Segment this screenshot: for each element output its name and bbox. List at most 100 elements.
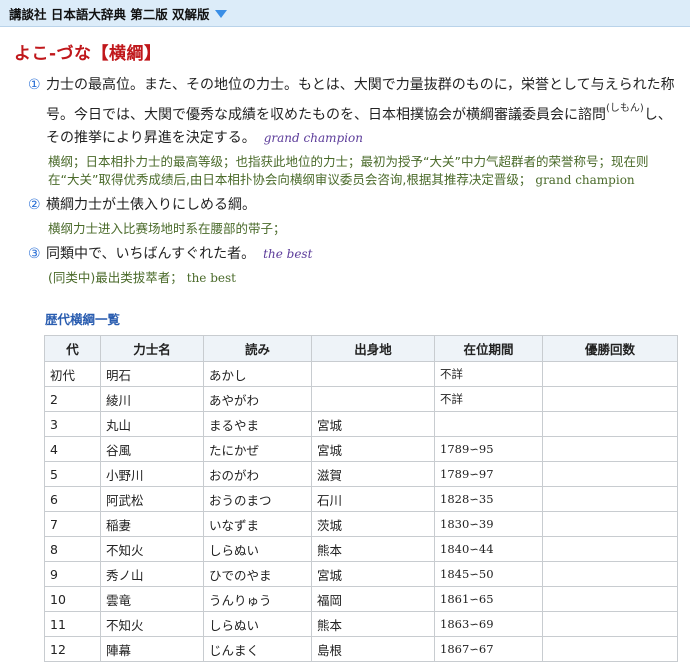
chinese-translation: 横纲；日本相扑力士的最高等级；也指获此地位的力士；最初为授予“大关”中力气超群者… <box>48 153 678 189</box>
chinese-translation: (同类中)最出类拔萃者； the best <box>48 269 678 287</box>
table-cell: 1830∽39 <box>434 511 543 537</box>
table-cell <box>311 386 435 412</box>
chinese-english-gloss: the best <box>186 271 236 285</box>
table-cell: 6 <box>44 486 101 512</box>
table-cell: 8 <box>44 536 101 562</box>
table-cell: 島根 <box>311 636 435 662</box>
table-cell: おうのまつ <box>203 486 312 512</box>
headword: よこ-づな【横綱】 <box>14 44 162 64</box>
table-cell: おのがわ <box>203 461 312 487</box>
table-cell: 1828∽35 <box>434 486 543 512</box>
table-cell: 阿武松 <box>100 486 204 512</box>
table-cell <box>434 411 543 437</box>
table-cell: まるやま <box>203 411 312 437</box>
table-cell: 10 <box>44 586 101 612</box>
table-row: 7 稲妻 いなずま 茨城 1830∽39 <box>44 511 678 537</box>
sense-2: ② 横綱力士が土俵入りにしめる綱。 横纲力士进入比赛场地时系在腰部的带子； <box>28 194 678 238</box>
table-cell <box>542 386 678 412</box>
dictionary-header-bar[interactable]: 講談社 日本語大辞典 第二版 双解版 <box>0 0 690 27</box>
sense-number: ② <box>28 197 41 213</box>
table-cell: しらぬい <box>203 536 312 562</box>
table-cell: しらぬい <box>203 611 312 637</box>
table-cell: 7 <box>44 511 101 537</box>
table-cell: 滋賀 <box>311 461 435 487</box>
table-cell: 雲竜 <box>100 586 204 612</box>
table-cell: 宮城 <box>311 411 435 437</box>
table-row: 5 小野川 おのがわ 滋賀 1789∽97 <box>44 461 678 487</box>
table-cell: 1840∽44 <box>434 536 543 562</box>
table-cell: ひでのやま <box>203 561 312 587</box>
table-cell <box>542 636 678 662</box>
table-cell: 2 <box>44 386 101 412</box>
ruby-reading: (しもん) <box>606 103 644 114</box>
table-cell: いなずま <box>203 511 312 537</box>
table-cell: 綾川 <box>100 386 204 412</box>
dropdown-triangle-icon[interactable] <box>214 10 227 18</box>
header-cell: 在位期間 <box>434 335 543 362</box>
table-cell: たにかぜ <box>203 436 312 462</box>
sense-definition: 横綱力士が土俵入りにしめる綱。 <box>46 197 256 213</box>
header-cell: 代 <box>44 335 101 362</box>
table-cell: 1867∽67 <box>434 636 543 662</box>
sense-3: ③ 同類中で、いちばんすぐれた者。 the best (同类中)最出类拔萃者； t… <box>28 243 678 287</box>
header-cell: 力士名 <box>100 335 204 362</box>
table-cell: 1863∽69 <box>434 611 543 637</box>
table-cell: 1861∽65 <box>434 586 543 612</box>
table-cell: 1789∽95 <box>434 436 543 462</box>
table-cell: 5 <box>44 461 101 487</box>
table-cell <box>542 411 678 437</box>
table-cell: 小野川 <box>100 461 204 487</box>
table-row: 3 丸山 まるやま 宮城 <box>44 411 678 437</box>
table-cell: 不知火 <box>100 536 204 562</box>
table-row: 4 谷風 たにかぜ 宮城 1789∽95 <box>44 436 678 462</box>
table-cell: 明石 <box>100 361 204 387</box>
header-cell: 優勝回数 <box>542 335 678 362</box>
english-gloss: the best <box>263 247 313 261</box>
table-row: 10 雲竜 うんりゅう 福岡 1861∽65 <box>44 586 678 612</box>
table-header-row: 代 力士名 読み 出身地 在位期間 優勝回数 <box>44 335 678 362</box>
sense-list: ① 力士の最高位。また、その地位の力士。もとは、大関で力量抜群のものに，栄誉とし… <box>28 74 678 287</box>
header-cell: 出身地 <box>311 335 435 362</box>
table-cell: 不知火 <box>100 611 204 637</box>
table-row: 11 不知火 しらぬい 熊本 1863∽69 <box>44 611 678 637</box>
table-cell: うんりゅう <box>203 586 312 612</box>
table-row: 12 陣幕 じんまく 島根 1867∽67 <box>44 636 678 662</box>
table-row: 9 秀ノ山 ひでのやま 宮城 1845∽50 <box>44 561 678 587</box>
chinese-english-gloss: grand champion <box>535 173 635 187</box>
table-cell: 不詳 <box>434 386 543 412</box>
table-cell <box>542 611 678 637</box>
table-cell: 3 <box>44 411 101 437</box>
yokozuna-table: 代 力士名 読み 出身地 在位期間 優勝回数 初代 明石 あかし 不詳 2 綾川 あやがわ不… <box>44 335 678 662</box>
sense-definition: 同類中で、いちばんすぐれた者。 the best <box>46 243 678 266</box>
table-cell: 9 <box>44 561 101 587</box>
table-cell: 稲妻 <box>100 511 204 537</box>
table-cell: 不詳 <box>434 361 543 387</box>
table-row: 初代 明石 あかし 不詳 <box>44 361 678 387</box>
table-cell: 11 <box>44 611 101 637</box>
definition-text: 同類中で、いちばんすぐれた者。 <box>46 246 256 262</box>
table-cell: あやがわ <box>203 386 312 412</box>
table-cell: 秀ノ山 <box>100 561 204 587</box>
table-cell <box>542 461 678 487</box>
table-cell <box>542 511 678 537</box>
sense-1: ① 力士の最高位。また、その地位の力士。もとは、大関で力量抜群のものに，栄誉とし… <box>28 74 678 189</box>
table-cell: 宮城 <box>311 436 435 462</box>
table-cell: 1845∽50 <box>434 561 543 587</box>
table-cell: あかし <box>203 361 312 387</box>
table-cell: 初代 <box>44 361 101 387</box>
table-cell <box>542 436 678 462</box>
sense-number: ③ <box>28 246 41 262</box>
table-cell <box>542 361 678 387</box>
table-cell <box>542 486 678 512</box>
dictionary-title: 講談社 日本語大辞典 第二版 双解版 <box>9 6 210 22</box>
table-row: 6 阿武松 おうのまつ 石川 1828∽35 <box>44 486 678 512</box>
sense-number: ① <box>28 77 41 93</box>
chinese-text: (同类中)最出类拔萃者； <box>48 270 183 285</box>
table-cell: 4 <box>44 436 101 462</box>
definition-text: 力士の最高位。また、その地位の力士。もとは、大関で力量抜群のものに，栄誉として与… <box>46 77 675 123</box>
table-cell: 石川 <box>311 486 435 512</box>
table-cell <box>542 586 678 612</box>
table-cell: 12 <box>44 636 101 662</box>
table-cell: 谷風 <box>100 436 204 462</box>
chinese-translation: 横纲力士进入比赛场地时系在腰部的带子； <box>48 221 286 236</box>
